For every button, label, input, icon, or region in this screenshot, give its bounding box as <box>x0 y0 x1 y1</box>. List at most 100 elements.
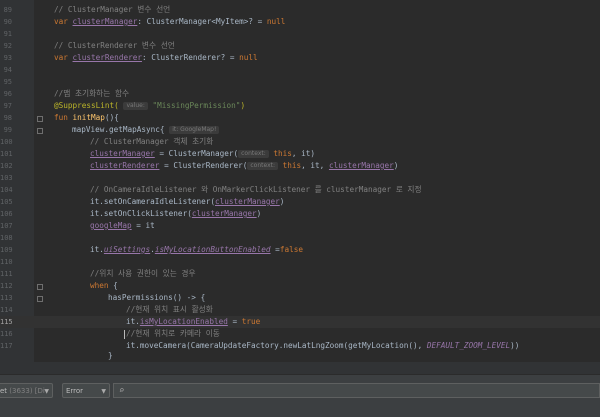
code-text: // OnCameraIdleListener 와 OnMarkerClickL… <box>90 185 422 194</box>
code-text: googleMap = it <box>90 221 155 230</box>
line-number: 93 <box>3 54 12 62</box>
code-line: 104 // OnCameraIdleListener 와 OnMarkerCl… <box>0 184 600 196</box>
code-line: 114 //현재 위치 표시 활성화 <box>0 304 600 316</box>
line-number: 100 <box>0 138 13 146</box>
code-text: // ClusterManager 변수 선언 <box>54 5 171 14</box>
code-line: 92 // ClusterRenderer 변수 선언 <box>0 40 600 52</box>
code-line: 111 //위치 사용 권한이 있는 경우 <box>0 268 600 280</box>
line-number: 91 <box>3 30 12 38</box>
inlay-hint: value: <box>123 102 148 110</box>
code-line: 96 //맵 초기화하는 함수 <box>0 88 600 100</box>
line-number: 113 <box>0 294 13 302</box>
code-text: it.setOnCameraIdleListener(clusterManage… <box>90 197 285 206</box>
code-text: when { <box>90 281 118 290</box>
line-number: 94 <box>3 66 12 74</box>
chevron-down-icon: ▼ <box>44 388 49 395</box>
code-text: //맵 초기화하는 함수 <box>54 89 130 98</box>
code-text: var clusterManager: ClusterManager<MyIte… <box>54 17 286 26</box>
code-line: 98 fun initMap(){ <box>0 112 600 124</box>
line-number: 112 <box>0 282 13 290</box>
code-line: 93 var clusterRenderer: ClusterRenderer?… <box>0 52 600 64</box>
inlay-hint: context: <box>247 162 279 170</box>
code-text: //현재 위치 표시 활성화 <box>126 305 213 314</box>
fold-icon[interactable] <box>37 296 43 302</box>
code-text: @SuppressLint( value: "MissingPermission… <box>54 101 246 110</box>
device-process-select[interactable]: et (3633) [Di ▼ <box>0 383 53 398</box>
code-line: 105 it.setOnCameraIdleListener(clusterMa… <box>0 196 600 208</box>
search-input[interactable] <box>132 384 592 397</box>
line-number: 107 <box>0 222 13 230</box>
code-text: var clusterRenderer: ClusterRenderer? = … <box>54 53 258 62</box>
code-line: 89 // ClusterManager 변수 선언 <box>0 4 600 16</box>
code-text: it.uiSettings.isMyLocationButtonEnabled … <box>90 245 303 254</box>
code-line: 113 hasPermissions() -> { <box>0 292 600 304</box>
line-number: 102 <box>0 162 13 170</box>
code-text: it.isMyLocationEnabled = true <box>126 317 261 326</box>
code-text: // ClusterManager 객체 초기화 <box>90 137 214 146</box>
line-number: 106 <box>0 210 13 218</box>
line-number: 116 <box>0 330 13 338</box>
code-line: 91 <box>0 28 600 40</box>
code-text: // ClusterRenderer 변수 선언 <box>54 41 175 50</box>
code-line: 95 <box>0 76 600 88</box>
logcat-search[interactable]: ⌕ <box>113 383 600 398</box>
search-icon: ⌕ <box>119 386 125 396</box>
code-line: } <box>0 350 600 362</box>
code-line-current: 115 it.isMyLocationEnabled = true <box>0 316 600 328</box>
code-line: 99 mapView.getMapAsync{ it: GoogleMap! <box>0 124 600 136</box>
inlay-hint: it: GoogleMap! <box>169 126 220 134</box>
line-number: 98 <box>3 114 12 122</box>
code-text: mapView.getMapAsync{ it: GoogleMap! <box>72 124 220 136</box>
code-text: it.setOnClickListener(clusterManager) <box>90 209 262 218</box>
line-number: 90 <box>3 18 12 26</box>
code-text: //현재 위치로 카메라 이동 <box>126 329 220 338</box>
line-number: 96 <box>3 90 12 98</box>
code-line: 106 it.setOnClickListener(clusterManager… <box>0 208 600 220</box>
line-number: 95 <box>3 78 12 86</box>
code-editor[interactable]: 89 // ClusterManager 변수 선언 90 var cluste… <box>0 0 600 362</box>
chevron-down-icon: ▼ <box>101 388 106 395</box>
line-number: 99 <box>3 126 12 134</box>
code-line: 102 clusterRenderer = ClusterRenderer(co… <box>0 160 600 172</box>
code-line: 109 it.uiSettings.isMyLocationButtonEnab… <box>0 244 600 256</box>
code-line: 97 @SuppressLint( value: "MissingPermiss… <box>0 100 600 112</box>
line-number: 109 <box>0 246 13 254</box>
line-number: 111 <box>0 270 13 278</box>
line-number: 89 <box>3 6 12 14</box>
code-line: 108 <box>0 232 600 244</box>
code-line: 103 <box>0 172 600 184</box>
code-text: fun initMap(){ <box>54 113 119 122</box>
code-text: } <box>108 351 113 360</box>
line-number: 114 <box>0 306 13 314</box>
text-caret <box>124 330 125 339</box>
code-text: clusterRenderer = ClusterRenderer(contex… <box>90 161 399 170</box>
fold-icon[interactable] <box>37 128 43 134</box>
line-number: 97 <box>3 102 12 110</box>
line-number: 108 <box>0 234 13 242</box>
code-line: 107 googleMap = it <box>0 220 600 232</box>
code-line: 101 clusterManager = ClusterManager(cont… <box>0 148 600 160</box>
code-line: 110 <box>0 256 600 268</box>
code-line: 94 <box>0 64 600 76</box>
inlay-hint: context: <box>238 150 269 158</box>
code-text: //위치 사용 권한이 있는 경우 <box>90 269 196 278</box>
line-number: 92 <box>3 42 12 50</box>
code-text: clusterManager = ClusterManager(context:… <box>90 149 316 158</box>
process-id: (3633) [Di <box>9 387 45 395</box>
line-number: 103 <box>0 174 13 182</box>
line-number: 101 <box>0 150 13 158</box>
code-line: 100 // ClusterManager 객체 초기화 <box>0 136 600 148</box>
code-line: 116 //현재 위치로 카메라 이동 <box>0 328 600 340</box>
fold-icon[interactable] <box>37 284 43 290</box>
line-number: 115 <box>0 318 13 326</box>
logcat-toolbar: et (3633) [Di ▼ Error ▼ ⌕ <box>0 374 600 417</box>
panel-divider[interactable] <box>0 362 600 374</box>
code-line: 90 var clusterManager: ClusterManager<My… <box>0 16 600 28</box>
fold-icon[interactable] <box>37 116 43 122</box>
line-number: 104 <box>0 186 13 194</box>
code-line: 112 when { <box>0 280 600 292</box>
code-text: hasPermissions() -> { <box>108 293 206 302</box>
log-level-select[interactable]: Error ▼ <box>62 383 110 398</box>
device-name: et <box>0 387 8 395</box>
log-level-value: Error <box>66 387 84 395</box>
